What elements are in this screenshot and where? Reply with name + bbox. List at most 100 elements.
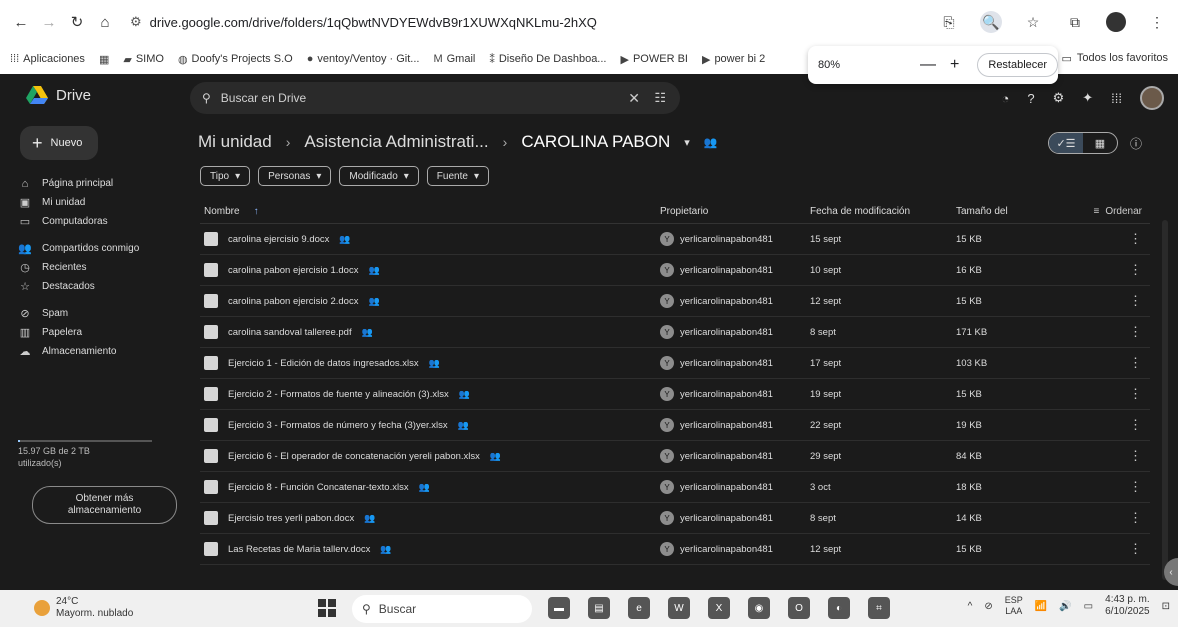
url-text[interactable]: drive.google.com/drive/folders/1qQbwtNVD… (150, 15, 597, 30)
opera-icon[interactable]: O (788, 597, 810, 619)
table-row[interactable]: carolina sandoval talleree.pdf 👥 Yyerlicar… (200, 317, 1150, 348)
zoom-out-button[interactable]: — (920, 56, 936, 74)
gemini-spark-icon[interactable]: ✦ (1082, 90, 1093, 106)
info-icon[interactable]: ⓘ (1130, 135, 1142, 152)
breadcrumb-my-drive[interactable]: Mi unidad (198, 132, 272, 152)
network-app-icon[interactable]: ⌗ (868, 597, 890, 619)
close-icon[interactable]: ✕ (628, 90, 640, 107)
sidebar-item-recientes[interactable]: ◷ Recientes (14, 258, 184, 277)
excel-icon[interactable]: X (708, 597, 730, 619)
back-arrow-icon[interactable]: ← (10, 11, 32, 33)
sidebar-item-mi-unidad[interactable]: ▣ Mi unidad (14, 193, 184, 212)
bookmark-gmail[interactable]: M Gmail (433, 53, 475, 65)
table-row[interactable]: Ejercicio 8 - Función Concatenar-texto.x… (200, 472, 1150, 503)
start-button[interactable] (318, 599, 336, 617)
filter-options-icon[interactable]: ☷ (654, 90, 666, 106)
breadcrumb-current-folder[interactable]: CAROLINA PABON (521, 132, 670, 152)
taskbar-search[interactable]: ⚲ Buscar (352, 595, 532, 623)
address-bar[interactable]: ⚙ drive.google.com/drive/folders/1qQbwtN… (130, 14, 597, 30)
bookmark-power-bi-2[interactable]: ▶ power bi 2 (702, 53, 765, 66)
filter-chip-fuente[interactable]: Fuente ▾ (426, 166, 489, 186)
profile-avatar[interactable] (1106, 12, 1126, 32)
new-button[interactable]: + Nuevo (20, 126, 98, 160)
chrome-icon[interactable]: ◉ (748, 597, 770, 619)
column-size[interactable]: Tamaño del (956, 206, 1076, 217)
table-row[interactable]: Ejercisio tres yerli pabon.docx 👥 Yyerlica… (200, 503, 1150, 534)
sidebar-item-papelera[interactable]: ▥ Papelera (14, 323, 184, 342)
zoom-reset-button[interactable]: Restablecer (977, 53, 1059, 77)
sidebar-item-spam[interactable]: ⊘ Spam (14, 304, 184, 323)
table-row[interactable]: Ejercicio 1 - Edición de datos ingresado… (200, 348, 1150, 379)
battery-icon[interactable]: ▭ (1084, 601, 1093, 612)
weather-widget[interactable]: 24°C Mayorm. nublado (34, 596, 133, 620)
bookmark-simo[interactable]: ▰ SIMO (123, 53, 164, 66)
grid-view-button[interactable]: ▦ (1083, 133, 1117, 153)
drive-search-input[interactable]: ⚲ Buscar en Drive ✕ ☷ (190, 82, 680, 114)
offline-status-icon[interactable]: ◔ (1002, 91, 1010, 106)
more-options-icon[interactable]: ⋮ (1076, 541, 1150, 557)
chevron-up-icon[interactable]: ^ (968, 601, 973, 612)
table-row[interactable]: Ejercicio 3 - Formatos de número y fecha… (200, 410, 1150, 441)
extensions-icon[interactable]: ⧉ (1064, 11, 1086, 33)
table-row[interactable]: Las Recetas de Maria tallerv.docx 👥 Yyerli… (200, 534, 1150, 565)
more-options-icon[interactable]: ⋮ (1076, 386, 1150, 402)
more-options-icon[interactable]: ⋮ (1076, 262, 1150, 278)
bookmark-ventoy[interactable]: ● ventoy/Ventoy · Git... (307, 53, 420, 65)
wifi-icon[interactable]: 📶 (1035, 601, 1047, 612)
drive-logo[interactable]: Drive (26, 86, 91, 104)
list-view-button[interactable]: ✓☰ (1049, 133, 1083, 153)
filter-chip-tipo[interactable]: Tipo ▾ (200, 166, 251, 186)
bookmark-doofy[interactable]: ◍ Doofy's Projects S.O (178, 53, 293, 66)
breadcrumb-asistencia[interactable]: Asistencia Administrati... (304, 132, 488, 152)
more-options-icon[interactable]: ⋮ (1076, 417, 1150, 433)
zoom-in-button[interactable]: + (950, 56, 959, 74)
apps-grid-icon[interactable]: ⁞⁞⁞ (1111, 91, 1122, 106)
network-icon[interactable]: ⊘ (984, 601, 992, 612)
bookmark-power-bi[interactable]: ▶ POWER BI (620, 53, 687, 66)
volume-icon[interactable]: 🔊 (1059, 601, 1071, 612)
zoom-icon[interactable]: 🔍 (980, 11, 1002, 33)
more-options-icon[interactable]: ⋮ (1076, 231, 1150, 247)
bookmark-star-icon[interactable]: ☆ (1022, 11, 1044, 33)
column-name[interactable]: Nombre ↑ (200, 206, 660, 217)
sidebar-item-destacados[interactable]: ☆ Destacados (14, 277, 184, 296)
reload-icon[interactable]: ↻ (66, 11, 88, 33)
word-icon[interactable]: W (668, 597, 690, 619)
language-indicator[interactable]: ESP LAA (1005, 595, 1023, 617)
sort-button[interactable]: ≡ Ordenar (1076, 206, 1150, 217)
filter-chip-modificado[interactable]: Modificado ▾ (339, 166, 419, 186)
sidebar-item-página-principal[interactable]: ⌂ Página principal (14, 174, 184, 193)
column-modified[interactable]: Fecha de modificación (810, 206, 956, 217)
clock[interactable]: 4:43 p. m. 6/10/2025 (1105, 594, 1150, 618)
more-options-icon[interactable]: ⋮ (1076, 479, 1150, 495)
table-row[interactable]: Ejercicio 6 - El operador de concatenaci… (200, 441, 1150, 472)
get-more-storage-button[interactable]: Obtener más almacenamiento (32, 486, 177, 524)
bookmark-aplicaciones[interactable]: ⁞⁞⁞ Aplicaciones (10, 53, 85, 65)
filter-chip-personas[interactable]: Personas ▾ (258, 166, 332, 186)
table-row[interactable]: carolina ejercisio 9.docx 👥 Yyerlicarolina… (200, 224, 1150, 255)
table-row[interactable]: carolina pabon ejercisio 1.docx 👥 Yyerlica… (200, 255, 1150, 286)
chevron-down-icon[interactable]: ▾ (684, 136, 690, 149)
table-row[interactable]: Ejercicio 2 - Formatos de fuente y aline… (200, 379, 1150, 410)
account-avatar[interactable] (1140, 86, 1164, 110)
more-options-icon[interactable]: ⋮ (1076, 324, 1150, 340)
task-view-icon[interactable]: ▬ (548, 597, 570, 619)
notification-icon[interactable]: ⊡ (1162, 601, 1170, 612)
file-explorer-icon[interactable]: ▤ (588, 597, 610, 619)
bookmark-grid[interactable]: ▦ (99, 53, 109, 66)
gear-icon[interactable]: ⚙ (1053, 90, 1065, 106)
site-settings-icon[interactable]: ⚙ (130, 14, 142, 30)
all-bookmarks[interactable]: ▭ Todos los favoritos (1061, 52, 1168, 65)
more-options-icon[interactable]: ⋮ (1076, 448, 1150, 464)
home-icon[interactable]: ⌂ (94, 11, 116, 33)
more-options-icon[interactable]: ⋮ (1076, 293, 1150, 309)
forward-arrow-icon[interactable]: → (38, 11, 60, 33)
menu-dots-icon[interactable]: ⋮ (1146, 11, 1168, 33)
app-icon[interactable]: ◐ (828, 597, 850, 619)
more-options-icon[interactable]: ⋮ (1076, 510, 1150, 526)
sidebar-item-computadoras[interactable]: ▭ Computadoras (14, 212, 184, 231)
sidebar-item-compartidos-conmigo[interactable]: 👥 Compartidos conmigo (14, 239, 184, 258)
help-icon[interactable]: ? (1027, 91, 1034, 106)
sidebar-item-almacenamiento[interactable]: ☁ Almacenamiento (14, 342, 184, 361)
install-app-icon[interactable]: ⎘ (938, 11, 960, 33)
